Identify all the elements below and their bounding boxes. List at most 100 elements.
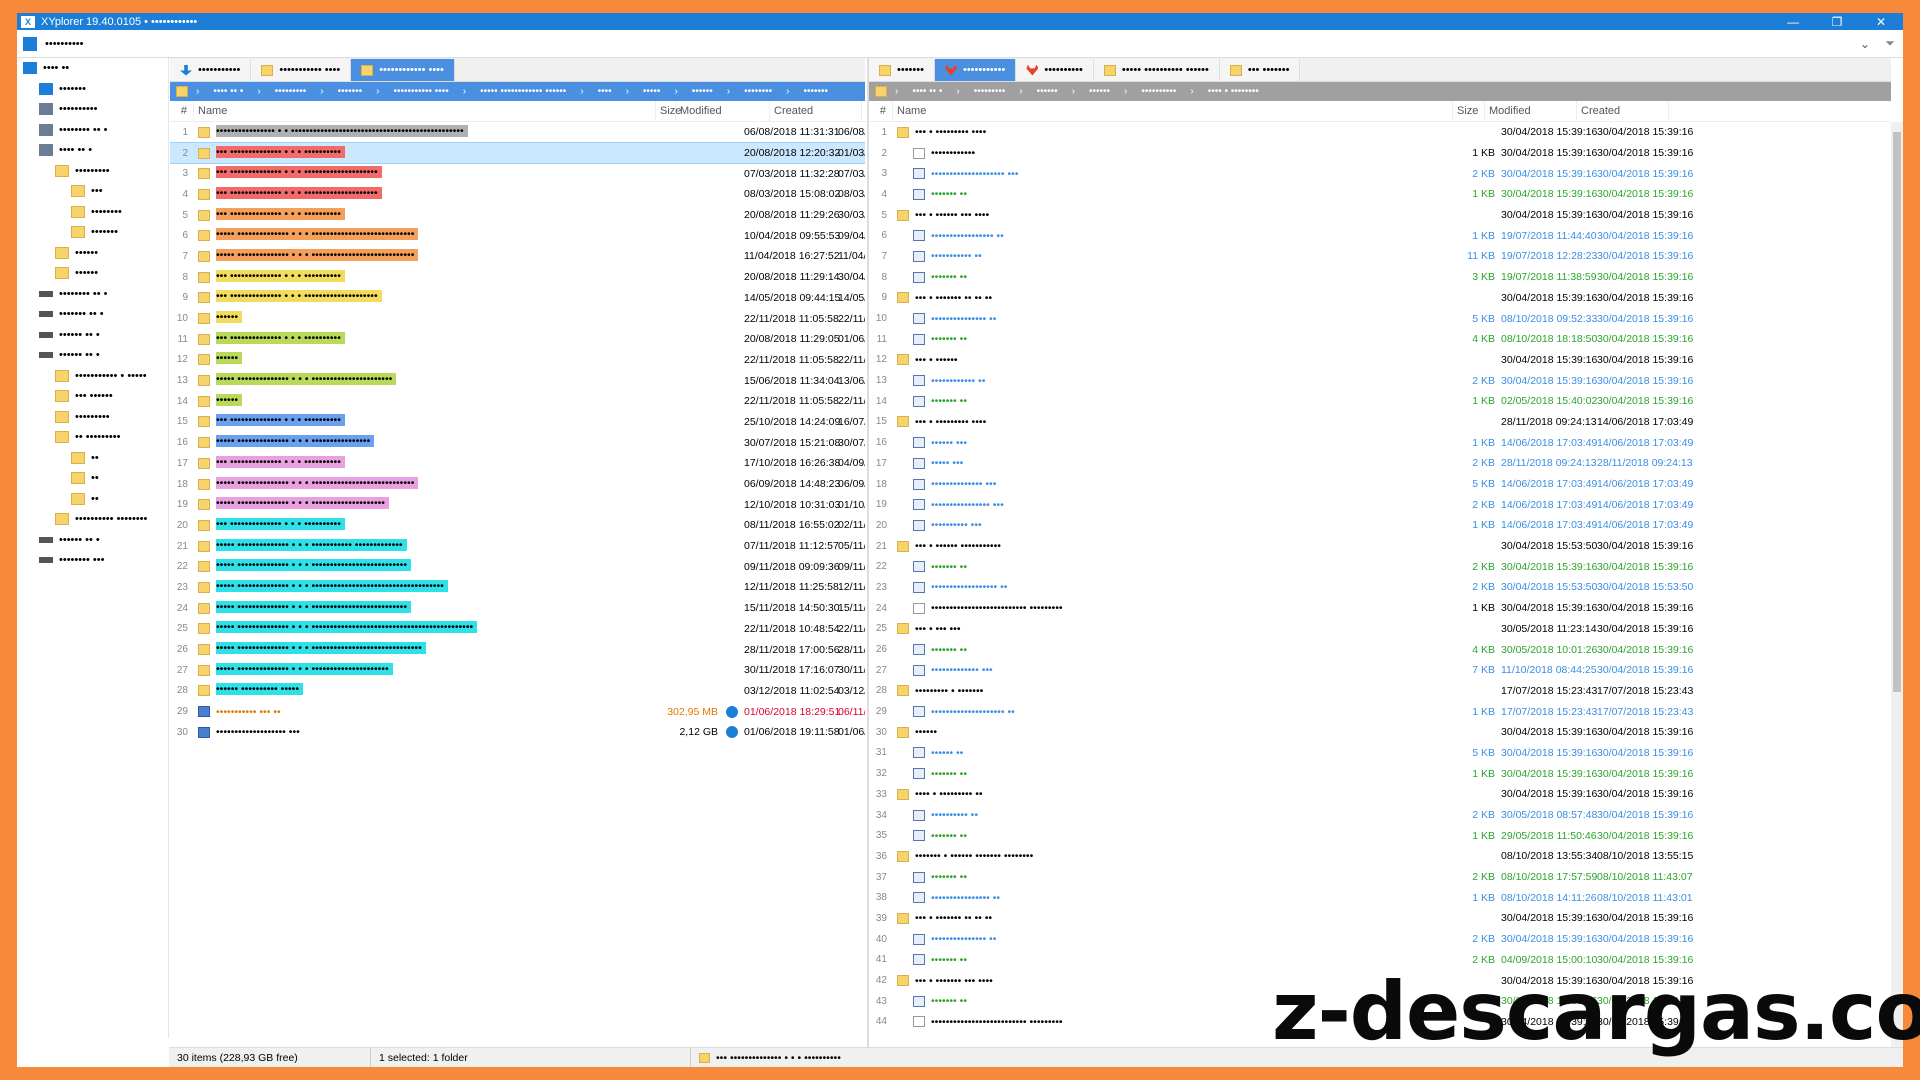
col-size[interactable]: Size (1453, 100, 1485, 122)
table-row[interactable]: 37 ••••••• •• 2 KB 08/10/2018 17:57:59 08/10… (869, 867, 1891, 888)
breadcrumb-segment[interactable]: ••••••••••• •••• (393, 86, 448, 97)
table-row[interactable]: 24 •••••••••••••••••••••••••• ••••••••• 1 … (869, 598, 1891, 619)
tree-item[interactable]: •• (17, 468, 168, 489)
table-row[interactable]: 33 •••• • ••••••••• •• 30/04/2018 15:39:16… (869, 784, 1891, 805)
breadcrumb-segment[interactable]: ••••••••• (275, 86, 307, 97)
left-file-list[interactable]: 1 •••••••••••••••• • • ••••••••••••••••••… (170, 122, 865, 743)
breadcrumb-segment[interactable]: ••••••••• (974, 86, 1006, 97)
table-row[interactable]: 30 ••••••••••••••••••• ••• 2,12 GB 01/06/20… (170, 722, 865, 743)
tree-item[interactable]: •••••• •• • (17, 325, 168, 346)
tree-item[interactable]: ••••••••••• • ••••• (17, 366, 168, 387)
tree-item[interactable]: •• (17, 448, 168, 469)
table-row[interactable]: 32 ••••••• •• 1 KB 30/04/2018 15:39:16 30/04… (869, 763, 1891, 784)
table-row[interactable]: 1 •••••••••••••••• • • ••••••••••••••••••… (170, 122, 865, 143)
tree-item[interactable]: •••••• (17, 243, 168, 264)
right-breadcrumb[interactable]: › •••• •• • › ••••••••• › •••••• › •••••• › •••••… (869, 82, 1891, 101)
breadcrumb-segment[interactable]: ••••••• (804, 86, 829, 97)
table-row[interactable]: 29 ••••••••••• ••• •• 302,95 MB 01/06/2018 … (170, 701, 865, 722)
table-row[interactable]: 11 ••••••• •• 4 KB 08/10/2018 18:18:50 30/04… (869, 329, 1891, 350)
table-row[interactable]: 8 ••• •••••••••••••• • • • •••••••••• 20/0… (170, 267, 865, 288)
table-row[interactable]: 20 ••• •••••••••••••• • • • •••••••••• 08/… (170, 515, 865, 536)
table-row[interactable]: 26 ••••••• •• 4 KB 30/05/2018 10:01:26 30/04… (869, 639, 1891, 660)
table-row[interactable]: 18 ••••• •••••••••••••• • • • •••••••••••… (170, 474, 865, 495)
table-row[interactable]: 15 ••• • ••••••••• •••• 28/11/2018 09:24:1… (869, 412, 1891, 433)
table-row[interactable]: 12 •••••• 22/11/2018 11:05:5822/11/2018 11… (170, 350, 865, 371)
table-row[interactable]: 21 ••••• •••••••••••••• • • • •••••••••••… (170, 536, 865, 557)
tree-item[interactable]: •••••••• ••• (17, 550, 168, 571)
tree-item[interactable]: •••• •• • (17, 140, 168, 161)
scroll-thumb[interactable] (1893, 132, 1901, 692)
maximize-button[interactable]: ❐ (1815, 15, 1859, 29)
table-row[interactable]: 23 •••••••••••••••••• •• 2 KB 30/04/2018 15… (869, 577, 1891, 598)
close-button[interactable]: ✕ (1859, 15, 1903, 29)
table-row[interactable]: 7 ••••••••••• •• 11 KB 19/07/2018 12:28:23 3… (869, 246, 1891, 267)
tab[interactable]: •••••••••• (1016, 59, 1094, 81)
table-row[interactable]: 13 •••••••••••• •• 2 KB 30/04/2018 15:39:16… (869, 370, 1891, 391)
col-modified[interactable]: Modified (1485, 100, 1577, 122)
col-created[interactable]: Created (1577, 100, 1669, 122)
table-row[interactable]: 9 ••• • ••••••• •• •• •• 30/04/2018 15:39:… (869, 288, 1891, 309)
table-row[interactable]: 18 •••••••••••••• ••• 5 KB 14/06/2018 17:03… (869, 474, 1891, 495)
col-created[interactable]: Created (770, 100, 862, 122)
minimize-button[interactable]: — (1771, 15, 1815, 29)
breadcrumb-segment[interactable]: ••••••• (338, 86, 363, 97)
tree-item[interactable]: ••••••• •• • (17, 304, 168, 325)
table-row[interactable]: 38 •••••••••••••••• •• 1 KB 08/10/2018 14:1… (869, 887, 1891, 908)
tree-item[interactable]: •• (17, 489, 168, 510)
table-row[interactable]: 3 ••• •••••••••••••• • • • ••••••••••••••… (170, 163, 865, 184)
table-row[interactable]: 6 ••••••••••••••••• •• 1 KB 19/07/2018 11:4… (869, 225, 1891, 246)
table-row[interactable]: 4 ••••••• •• 1 KB 30/04/2018 15:39:16 30/04/… (869, 184, 1891, 205)
tree-item[interactable]: ••••••• (17, 222, 168, 243)
table-row[interactable]: 7 ••••• •••••••••••••• • • • ••••••••••••… (170, 246, 865, 267)
table-row[interactable]: 23 ••••• •••••••••••••• • • • •••••••••••… (170, 577, 865, 598)
table-row[interactable]: 17 ••• •••••••••••••• • • • •••••••••• 17/… (170, 453, 865, 474)
table-row[interactable]: 5 ••• •••••••••••••• • • • •••••••••• 20/0… (170, 205, 865, 226)
table-row[interactable]: 10 ••••••••••••••• •• 5 KB 08/10/2018 09:52… (869, 308, 1891, 329)
breadcrumb-segment[interactable]: •••••• (1089, 86, 1110, 97)
col-num[interactable]: # (170, 100, 194, 122)
col-num[interactable]: # (869, 100, 893, 122)
table-row[interactable]: 11 ••• •••••••••••••• • • • •••••••••• 20/… (170, 329, 865, 350)
table-row[interactable]: 19 ••••• •••••••••••••• • • • •••••••••••… (170, 494, 865, 515)
table-row[interactable]: 40 ••••••••••••••• •• 2 KB 30/04/2018 15:39… (869, 929, 1891, 950)
table-row[interactable]: 30 •••••• 30/04/2018 15:39:16 30/04/2018 15… (869, 722, 1891, 743)
left-breadcrumb[interactable]: › •••• •• • › ••••••••• › ••••••• › •••••••••••… (170, 82, 865, 101)
breadcrumb-segment[interactable]: ••••• (643, 86, 661, 97)
tree-item[interactable]: •••••••••• •••••••• (17, 509, 168, 530)
tree-item[interactable]: •••••••• •• • (17, 284, 168, 305)
table-row[interactable]: 22 ••••• •••••••••••••• • • • •••••••••••… (170, 556, 865, 577)
table-row[interactable]: 21 ••• • •••••• ••••••••••• 30/04/2018 15:… (869, 536, 1891, 557)
table-row[interactable]: 35 ••••••• •• 1 KB 29/05/2018 11:50:46 30/04… (869, 825, 1891, 846)
table-row[interactable]: 14 •••••• 22/11/2018 11:05:5822/11/2018 11… (170, 391, 865, 412)
tree-item[interactable]: ••••••• (17, 79, 168, 100)
table-row[interactable]: 3 •••••••••••••••••••• ••• 2 KB 30/04/2018 … (869, 163, 1891, 184)
tab[interactable]: ••••••••••• (934, 59, 1017, 81)
breadcrumb-segment[interactable]: •••• • •••••••• (1208, 86, 1259, 97)
table-row[interactable]: 5 ••• • •••••• ••• •••• 30/04/2018 15:39:1… (869, 205, 1891, 226)
table-row[interactable]: 16 •••••• ••• 1 KB 14/06/2018 17:03:49 14/06… (869, 432, 1891, 453)
tab[interactable]: ••••• •••••••••• •••••• (1093, 59, 1220, 81)
table-row[interactable]: 2 •••••••••••• 1 KB 30/04/2018 15:39:16 30/0… (869, 143, 1891, 164)
table-row[interactable]: 25 ••• • ••• ••• 30/05/2018 11:23:14 30/04/… (869, 619, 1891, 640)
tab[interactable]: ••••••••••• •••• (251, 59, 352, 81)
table-row[interactable]: 2 ••• •••••••••••••• • • • •••••••••• 20/0… (170, 141, 865, 165)
tree-item[interactable]: •••••• •• • (17, 530, 168, 551)
left-pane[interactable]: ••••••••••• ••••••••••• •••• •••••••••••• … (170, 58, 865, 1047)
table-row[interactable]: 6 ••••• •••••••••••••• • • • ••••••••••••… (170, 225, 865, 246)
tab[interactable]: ••• ••••••• (1219, 59, 1301, 81)
tab[interactable]: ••••••••••• (170, 59, 252, 81)
address-input[interactable]: •••••••••• (45, 38, 1853, 50)
breadcrumb-segment[interactable]: •••• •• • (213, 86, 243, 97)
table-row[interactable]: 19 •••••••••••••••• ••• 2 KB 14/06/2018 17:… (869, 494, 1891, 515)
tree-item[interactable]: •••••••••• (17, 99, 168, 120)
table-row[interactable]: 28 ••••••••• • ••••••• 17/07/2018 15:23:43… (869, 681, 1891, 702)
table-row[interactable]: 27 ••••••••••••• ••• 7 KB 11/10/2018 08:44:… (869, 660, 1891, 681)
table-row[interactable]: 22 ••••••• •• 2 KB 30/04/2018 15:39:16 30/04… (869, 556, 1891, 577)
tree-item[interactable]: ••• •••••• (17, 386, 168, 407)
tree-item[interactable]: •••• •• (17, 58, 168, 79)
table-row[interactable]: 25 ••••• •••••••••••••• • • • •••••••••••… (170, 619, 865, 640)
table-row[interactable]: 12 ••• • •••••• 30/04/2018 15:39:16 30/04/2… (869, 350, 1891, 371)
table-row[interactable]: 9 ••• •••••••••••••• • • • ••••••••••••••… (170, 288, 865, 309)
table-row[interactable]: 1 ••• • ••••••••• •••• 30/04/2018 15:39:16… (869, 122, 1891, 143)
tree-item[interactable]: •••••• •• • (17, 345, 168, 366)
